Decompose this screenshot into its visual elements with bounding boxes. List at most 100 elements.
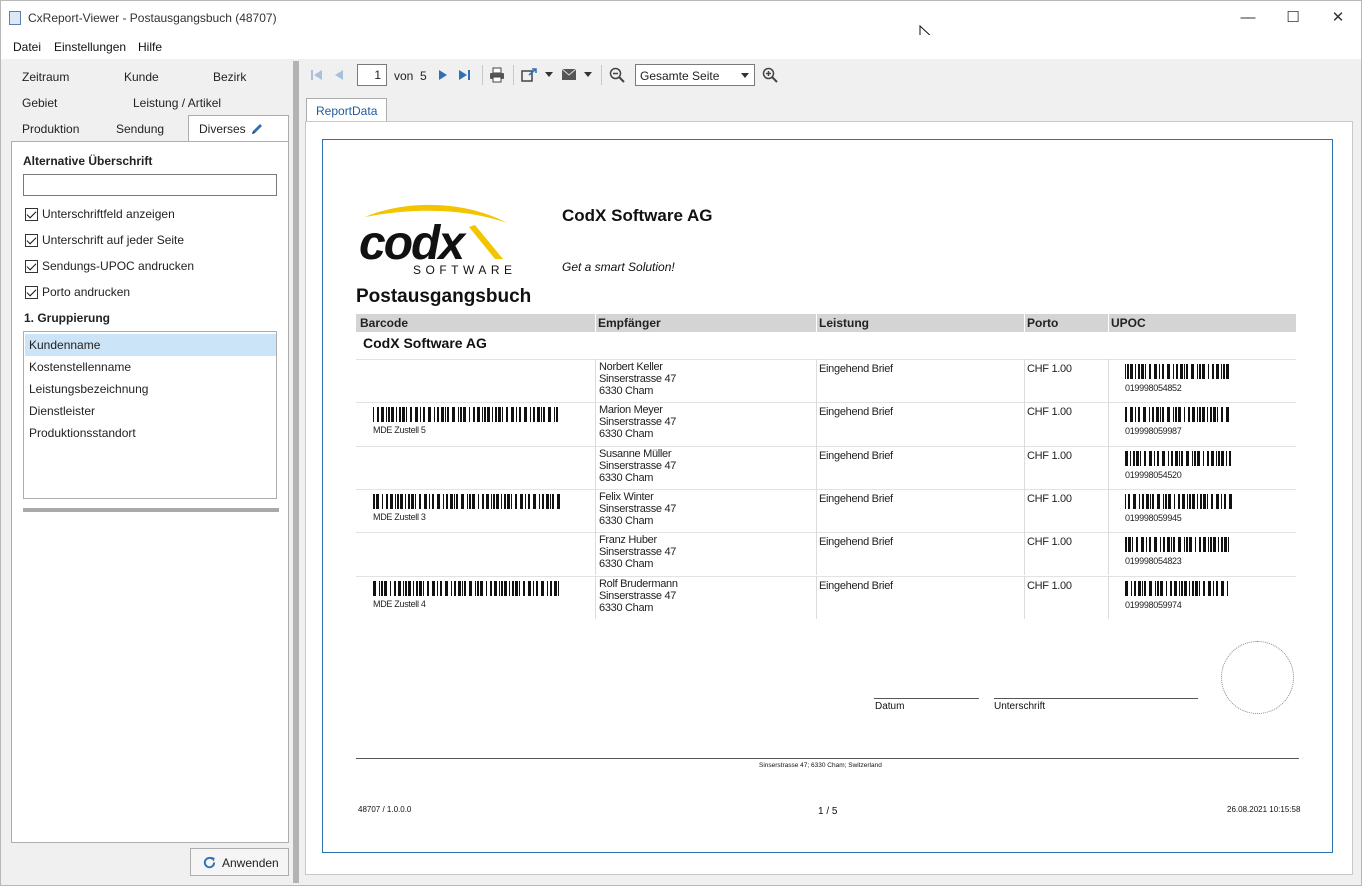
footer-version: 48707 / 1.0.0.0	[358, 805, 412, 814]
zoom-out-icon[interactable]	[609, 67, 625, 83]
recipient-address: Felix Winter Sinserstrasse 47 6330 Cham	[599, 490, 677, 527]
toolbar-separator	[513, 65, 514, 85]
barcode-graphic	[1125, 407, 1232, 423]
table-header: Barcode Empfänger Leistung Porto UPOC	[356, 314, 1296, 332]
checkbox-signature-every-page[interactable]	[25, 234, 38, 247]
apply-button[interactable]: Anwenden	[190, 848, 289, 876]
logo-subtitle: SOFTWARE	[413, 263, 517, 277]
upoc-number: 019998059974	[1125, 599, 1182, 610]
recipient-address: Norbert Keller Sinserstrasse 47 6330 Cham	[599, 361, 677, 397]
table-row	[356, 532, 1296, 534]
grouping-listbox[interactable]: Kundenname Kostenstellenname Leistungsbe…	[23, 331, 277, 499]
export-icon[interactable]	[521, 67, 539, 83]
barcode-graphic	[373, 580, 561, 596]
table-row	[356, 402, 1296, 404]
close-button[interactable]: ✕	[1318, 7, 1358, 29]
barcode-graphic	[373, 407, 561, 423]
refresh-icon	[203, 856, 216, 869]
tab-sendung[interactable]: Sendung	[116, 122, 164, 136]
menu-bar: Datei Einstellungen Hilfe	[1, 35, 1361, 59]
toolbar-separator	[601, 65, 602, 85]
table-row	[356, 445, 1296, 447]
footer-line	[356, 758, 1299, 759]
tab-diverses-label: Diverses	[199, 122, 246, 136]
panel-splitter[interactable]	[23, 508, 279, 512]
tab-produktion[interactable]: Produktion	[22, 122, 79, 136]
col-porto: Porto	[1027, 316, 1059, 330]
upoc-number: 019998059945	[1125, 512, 1182, 523]
chevron-down-icon[interactable]	[584, 72, 592, 78]
last-page-icon[interactable]	[457, 68, 471, 82]
menu-einstellungen[interactable]: Einstellungen	[54, 40, 126, 54]
pencil-icon	[252, 124, 262, 134]
alt-heading-input[interactable]	[23, 174, 277, 196]
list-item[interactable]: Kostenstellenname	[25, 356, 276, 378]
list-item[interactable]: Dienstleister	[25, 400, 276, 422]
barcode-graphic	[373, 493, 561, 509]
porto-cell: CHF 1.00	[1027, 536, 1072, 549]
apply-button-label: Anwenden	[222, 856, 279, 870]
next-page-icon[interactable]	[436, 68, 450, 82]
signature-label: Unterschrift	[994, 701, 1046, 712]
barcode-graphic	[1125, 450, 1232, 466]
porto-cell: CHF 1.00	[1027, 579, 1072, 592]
chevron-down-icon[interactable]	[545, 72, 553, 78]
service-cell: Eingehend Brief	[819, 406, 893, 419]
tab-kunde[interactable]: Kunde	[124, 70, 159, 84]
total-pages: 5	[420, 69, 427, 83]
maximize-button[interactable]: ☐	[1273, 7, 1313, 29]
recipient-address: Marion Meyer Sinserstrasse 47 6330 Cham	[599, 404, 677, 441]
upoc-number: 019998054520	[1125, 469, 1182, 480]
minimize-button[interactable]: —	[1228, 7, 1268, 29]
alt-heading-label: Alternative Überschrift	[23, 154, 153, 168]
porto-cell: CHF 1.00	[1027, 492, 1072, 505]
signature-line	[994, 698, 1198, 699]
checkbox-print-porto[interactable]	[25, 286, 38, 299]
porto-cell: CHF 1.00	[1027, 449, 1072, 462]
previous-page-icon[interactable]	[332, 68, 346, 82]
address-footer: Sinserstrasse 47; 6330 Cham; Switzerland	[759, 762, 882, 769]
tab-bezirk[interactable]: Bezirk	[213, 70, 246, 84]
stamp-placeholder	[1221, 641, 1294, 714]
page-number-input[interactable]: 1	[357, 64, 387, 86]
tab-gebiet[interactable]: Gebiet	[22, 96, 57, 110]
menu-hilfe[interactable]: Hilfe	[138, 40, 162, 54]
report-title: Postausgangsbuch	[356, 286, 532, 307]
zoom-in-icon[interactable]	[762, 67, 778, 83]
table-row	[356, 575, 1296, 577]
print-icon[interactable]	[489, 67, 505, 83]
checkbox-print-upoc-label: Sendungs-UPOC andrucken	[42, 259, 195, 273]
list-item[interactable]: Kundenname	[25, 334, 276, 356]
list-item[interactable]: Leistungsbezeichnung	[25, 378, 276, 400]
zoom-select-value: Gesamte Seite	[640, 69, 720, 83]
tab-diverses[interactable]: Diverses	[188, 115, 289, 142]
app-window: CxReport-Viewer - Postausgangsbuch (4870…	[0, 0, 1362, 886]
group-header: CodX Software AG	[363, 335, 487, 351]
filter-panel: Zeitraum Kunde Bezirk Gebiet Leistung / …	[11, 61, 291, 881]
tab-leistung-artikel[interactable]: Leistung / Artikel	[133, 96, 221, 110]
first-page-icon[interactable]	[310, 68, 324, 82]
table-row	[356, 488, 1296, 490]
recipient-address: Susanne Müller Sinserstrasse 47 6330 Cham	[599, 447, 677, 484]
vertical-splitter[interactable]	[293, 61, 299, 883]
zoom-select[interactable]: Gesamte Seite	[635, 64, 755, 86]
checkbox-print-upoc[interactable]	[25, 260, 38, 273]
barcode-graphic	[1125, 364, 1232, 379]
menu-datei[interactable]: Datei	[13, 40, 41, 54]
service-cell: Eingehend Brief	[819, 449, 893, 462]
tab-zeitraum[interactable]: Zeitraum	[22, 70, 69, 84]
email-icon[interactable]	[561, 68, 577, 81]
window-title: CxReport-Viewer - Postausgangsbuch (4870…	[28, 11, 277, 25]
checkbox-signature-every-page-label: Unterschrift auf jeder Seite	[42, 233, 185, 247]
checkbox-signature-field[interactable]	[25, 208, 38, 221]
title-bar: CxReport-Viewer - Postausgangsbuch (4870…	[1, 1, 1361, 44]
codx-logo: codx SOFTWARE	[359, 204, 517, 277]
barcode-graphic	[1125, 493, 1232, 509]
page-of-label: von	[394, 69, 414, 83]
upoc-number: 019998054852	[1125, 383, 1182, 393]
tab-reportdata[interactable]: ReportData	[306, 98, 387, 122]
toolbar-separator	[482, 65, 483, 85]
chevron-down-icon	[741, 73, 749, 78]
list-item[interactable]: Produktionsstandort	[25, 422, 276, 444]
tab-reportdata-label: ReportData	[316, 104, 378, 118]
